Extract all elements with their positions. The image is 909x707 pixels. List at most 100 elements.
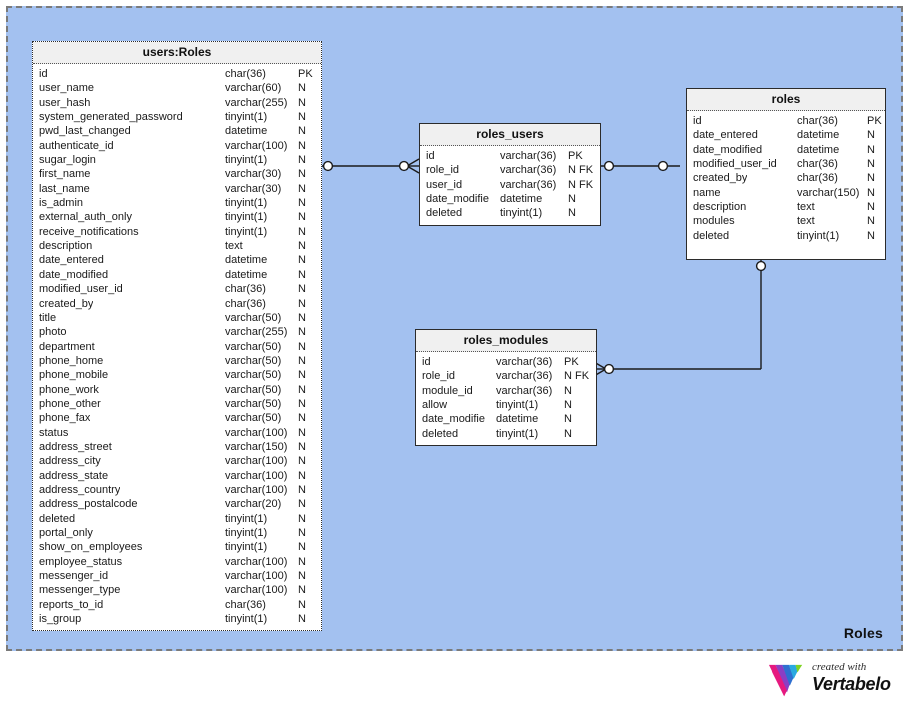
- column-row[interactable]: role_id varchar(36) N FK: [420, 163, 600, 177]
- table-roles[interactable]: roles id char(36) PK date_entered datetime Nd…: [686, 88, 886, 260]
- column-row[interactable]: user_hash varchar(255) N: [33, 96, 321, 110]
- column-row[interactable]: description text N: [33, 239, 321, 253]
- column-list: id char(36) PK date_entered datetime Ndate_mo…: [687, 111, 885, 247]
- column-row[interactable]: phone_mobile varchar(50) N: [33, 368, 321, 382]
- column-row[interactable]: deleted tinyint(1) N: [416, 427, 596, 441]
- column-row[interactable]: user_name varchar(60) N: [33, 81, 321, 95]
- column-flags: PK: [298, 68, 313, 80]
- column-row[interactable]: deleted tinyint(1) N: [420, 206, 600, 220]
- column-row[interactable]: id varchar(36) PK: [420, 149, 600, 163]
- column-row[interactable]: created_by char(36) N: [33, 297, 321, 311]
- column-row[interactable]: id char(36) PK: [687, 114, 885, 128]
- column-row[interactable]: pwd_last_changed datetime N: [33, 124, 321, 138]
- column-row[interactable]: phone_home varchar(50) N: [33, 354, 321, 368]
- column-row[interactable]: messenger_id varchar(100) N: [33, 569, 321, 583]
- vertabelo-logo[interactable]: created with Vertabelo: [768, 660, 903, 702]
- column-row[interactable]: date_modifie datetime N: [420, 192, 600, 206]
- column-flags: PK: [568, 150, 583, 162]
- column-type: varchar(100): [225, 584, 288, 597]
- column-row[interactable]: description text N: [687, 200, 885, 214]
- column-row[interactable]: allow tinyint(1) N: [416, 398, 596, 412]
- column-row[interactable]: status varchar(100) N: [33, 426, 321, 440]
- column-row[interactable]: photo varchar(255) N: [33, 325, 321, 339]
- column-name: deleted: [426, 207, 463, 220]
- column-row[interactable]: modules text N: [687, 214, 885, 228]
- column-row[interactable]: id char(36) PK: [33, 67, 321, 81]
- column-row[interactable]: date_modified datetime N: [33, 268, 321, 282]
- column-row[interactable]: messenger_type varchar(100) N: [33, 583, 321, 597]
- column-row[interactable]: deleted tinyint(1) N: [33, 512, 321, 526]
- column-type: datetime: [496, 413, 539, 426]
- column-row[interactable]: name varchar(150) N: [687, 186, 885, 200]
- column-row[interactable]: role_id varchar(36) N FK: [416, 369, 596, 383]
- column-name: date_modified: [39, 268, 109, 281]
- column-row[interactable]: portal_only tinyint(1) N: [33, 526, 321, 540]
- column-row[interactable]: modified_user_id char(36) N: [687, 157, 885, 171]
- column-type: char(36): [797, 158, 838, 171]
- column-row[interactable]: phone_other varchar(50) N: [33, 397, 321, 411]
- column-type: datetime: [225, 254, 268, 267]
- column-row[interactable]: last_name varchar(30) N: [33, 182, 321, 196]
- column-name: user_hash: [39, 96, 91, 109]
- column-row[interactable]: system_generated_password tinyint(1) N: [33, 110, 321, 124]
- column-name: phone_other: [39, 397, 101, 410]
- column-row[interactable]: modified_user_id char(36) N: [33, 282, 321, 296]
- column-row[interactable]: date_entered datetime N: [687, 128, 885, 142]
- column-row[interactable]: address_postalcode varchar(20) N: [33, 497, 321, 511]
- column-row[interactable]: reports_to_id char(36) N: [33, 598, 321, 612]
- column-flags: N: [564, 413, 572, 426]
- diagram-canvas[interactable]: users:Roles id char(36) PK user_name varchar…: [6, 6, 903, 651]
- column-row[interactable]: first_name varchar(30) N: [33, 167, 321, 181]
- column-row[interactable]: date_modifie datetime N: [416, 412, 596, 426]
- table-users-roles[interactable]: users:Roles id char(36) PK user_name varchar…: [32, 41, 322, 632]
- column-flags: N: [298, 297, 306, 310]
- column-name: address_country: [39, 483, 121, 496]
- column-row[interactable]: department varchar(50) N: [33, 340, 321, 354]
- column-type: varchar(50): [225, 412, 282, 425]
- column-row[interactable]: date_entered datetime N: [33, 253, 321, 267]
- column-flags: N: [564, 399, 572, 412]
- column-row[interactable]: external_auth_only tinyint(1) N: [33, 210, 321, 224]
- column-row[interactable]: deleted tinyint(1) N: [687, 229, 885, 243]
- column-row[interactable]: created_by char(36) N: [687, 171, 885, 185]
- column-flags: N: [564, 384, 572, 397]
- column-flags: N: [298, 512, 306, 525]
- column-flags: N: [568, 193, 576, 206]
- column-flags: N: [298, 584, 306, 597]
- column-name: system_generated_password: [39, 111, 183, 124]
- column-row[interactable]: address_state varchar(100) N: [33, 469, 321, 483]
- column-type: datetime: [225, 268, 268, 281]
- column-row[interactable]: user_id varchar(36) N FK: [420, 178, 600, 192]
- column-row[interactable]: address_street varchar(150) N: [33, 440, 321, 454]
- column-row[interactable]: is_admin tinyint(1) N: [33, 196, 321, 210]
- column-name: role_id: [422, 370, 456, 383]
- column-name: phone_home: [39, 354, 104, 367]
- vertabelo-wordmark: created with Vertabelo: [812, 660, 904, 694]
- column-row[interactable]: module_id varchar(36) N: [416, 384, 596, 398]
- column-row[interactable]: title varchar(50) N: [33, 311, 321, 325]
- column-row[interactable]: id varchar(36) PK: [416, 355, 596, 369]
- column-row[interactable]: sugar_login tinyint(1) N: [33, 153, 321, 167]
- column-row[interactable]: phone_work varchar(50) N: [33, 383, 321, 397]
- column-row[interactable]: address_country varchar(100) N: [33, 483, 321, 497]
- column-row[interactable]: phone_fax varchar(50) N: [33, 411, 321, 425]
- column-type: tinyint(1): [496, 399, 539, 412]
- column-row[interactable]: receive_notifications tinyint(1) N: [33, 225, 321, 239]
- column-name: phone_mobile: [39, 369, 109, 382]
- column-flags: N: [298, 139, 306, 152]
- column-flags: N: [298, 613, 306, 626]
- column-flags: N: [867, 201, 875, 214]
- column-row[interactable]: date_modified datetime N: [687, 143, 885, 157]
- column-row[interactable]: authenticate_id varchar(100) N: [33, 139, 321, 153]
- column-type: tinyint(1): [225, 197, 268, 210]
- column-flags: N: [298, 340, 306, 353]
- column-row[interactable]: show_on_employees tinyint(1) N: [33, 540, 321, 554]
- column-name: receive_notifications: [39, 225, 139, 238]
- column-row[interactable]: is_group tinyint(1) N: [33, 612, 321, 626]
- column-row[interactable]: address_city varchar(100) N: [33, 454, 321, 468]
- table-roles-modules[interactable]: roles_modules id varchar(36) PK role_id varc…: [415, 329, 597, 447]
- column-flags: N: [298, 96, 306, 109]
- column-name: id: [693, 115, 702, 127]
- table-roles-users[interactable]: roles_users id varchar(36) PK role_id varcha…: [419, 123, 601, 226]
- column-row[interactable]: employee_status varchar(100) N: [33, 555, 321, 569]
